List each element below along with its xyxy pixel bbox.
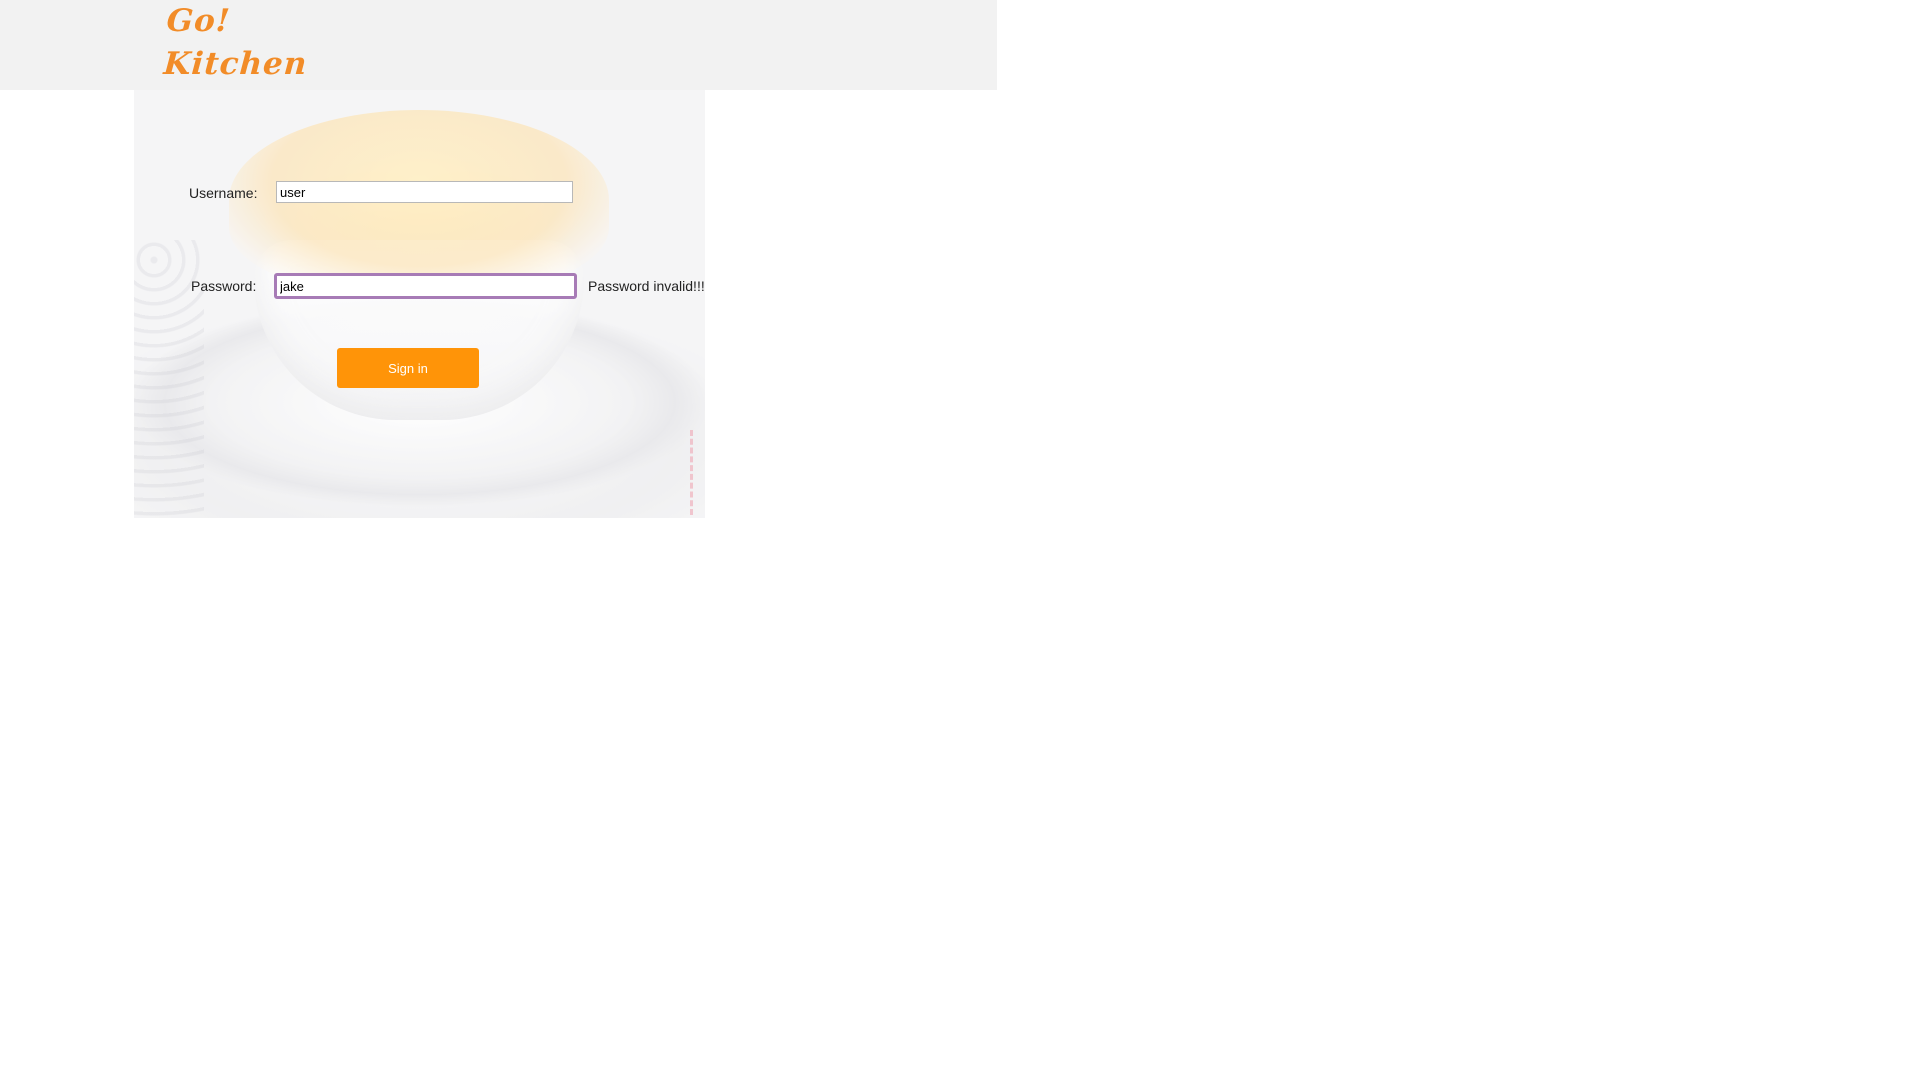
- username-input[interactable]: [276, 181, 573, 203]
- go-kitchen-logo[interactable]: Go! Kitchen: [162, 0, 308, 90]
- logo-line-2: Kitchen: [162, 46, 309, 82]
- username-label: Username:: [189, 185, 258, 201]
- image-overlay: [134, 90, 705, 518]
- sign-in-button[interactable]: Sign in: [337, 348, 479, 388]
- password-label: Password:: [191, 278, 257, 294]
- hero-background-image: [134, 90, 705, 518]
- logo-line-1: Go!: [165, 3, 232, 39]
- site-header: Go! Kitchen: [0, 0, 997, 90]
- password-error-message: Password invalid!!!: [588, 278, 705, 294]
- password-input[interactable]: [274, 273, 577, 299]
